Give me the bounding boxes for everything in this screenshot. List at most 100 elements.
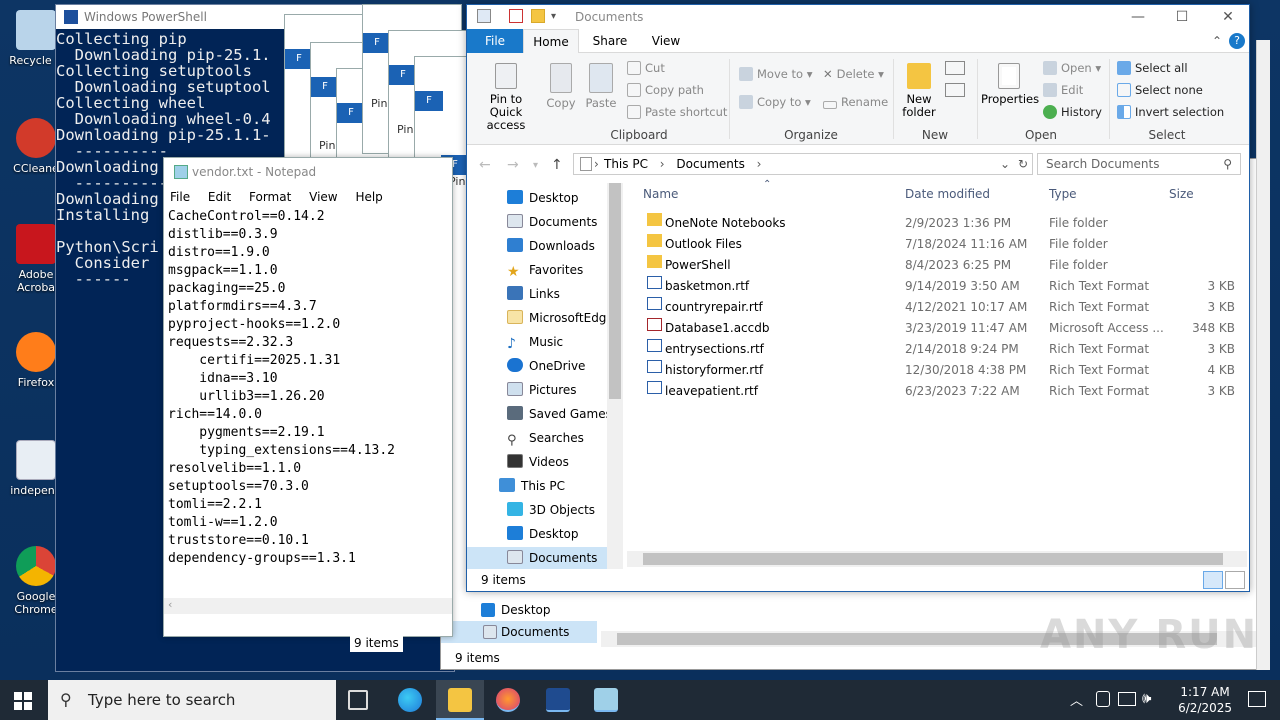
column-type[interactable]: Type — [1049, 187, 1077, 201]
nav-item-documents-selected[interactable]: Documents — [467, 547, 607, 569]
taskbar-explorer-active[interactable] — [436, 680, 484, 720]
nav-item-favorites[interactable]: ★ Favorites — [467, 259, 607, 281]
file-row[interactable]: basketmon.rtf 9/14/2019 3:50 AM Rich Text … — [637, 276, 1247, 297]
menu-help[interactable]: Help — [355, 190, 382, 204]
notifications-icon[interactable] — [1248, 691, 1266, 707]
breadcrumb-documents[interactable]: Documents — [676, 157, 744, 171]
horizontal-scrollbar[interactable]: ‹ — [164, 598, 452, 614]
tab-share[interactable]: Share — [585, 29, 635, 53]
scrollbar-thumb[interactable] — [609, 183, 621, 399]
nav-item-music[interactable]: ♪ Music — [467, 331, 607, 353]
open-button[interactable]: Open ▾ — [1043, 61, 1101, 75]
notepad-window[interactable]: vendor.txt - Notepad File Edit Format Vi… — [163, 157, 453, 652]
column-name[interactable]: Name — [643, 187, 678, 201]
chevron-up-icon[interactable]: ︿ — [1070, 690, 1083, 709]
rename-button[interactable]: Rename — [823, 95, 888, 109]
cut-button[interactable]: Cut — [627, 61, 665, 75]
collapse-ribbon-icon[interactable]: ⌃ — [1209, 29, 1225, 53]
menu-file[interactable]: File — [170, 190, 190, 204]
nav-item-3d-objects[interactable]: 3D Objects — [467, 499, 607, 521]
firefox-icon[interactable] — [496, 688, 520, 712]
back-icon[interactable]: ← — [479, 157, 491, 173]
paste-shortcut-button[interactable]: Paste shortcut — [627, 105, 727, 119]
network-security-icon[interactable] — [1096, 691, 1110, 707]
details-view-icon[interactable] — [1203, 571, 1223, 589]
nav-item-this-pc[interactable]: This PC — [467, 475, 607, 497]
search-input[interactable]: Search Documents ⚲ — [1037, 153, 1241, 175]
file-row[interactable]: PowerShell 8/4/2023 6:25 PM File folder — [637, 255, 1247, 276]
nav-item-searches[interactable]: ⚲ Searches — [467, 427, 607, 449]
start-button[interactable] — [14, 692, 32, 710]
nav-item-downloads[interactable]: Downloads — [467, 235, 607, 257]
horizontal-scrollbar[interactable] — [627, 551, 1247, 567]
nav-item-microsoftedge[interactable]: MicrosoftEdge — [467, 307, 614, 329]
background-window-scrollbar[interactable] — [1256, 40, 1270, 670]
taskbar-clock[interactable]: 1:17 AM 6/2/2025 — [1178, 684, 1232, 716]
file-row[interactable]: Outlook Files 7/18/2024 11:16 AM File fold… — [637, 234, 1247, 255]
properties-quick-icon[interactable] — [509, 9, 523, 23]
file-row[interactable]: historyformer.rtf 12/30/2018 4:38 PM Rich … — [637, 360, 1247, 381]
volume-icon[interactable]: 🕪 — [1142, 689, 1151, 707]
edit-button[interactable]: Edit — [1043, 83, 1083, 97]
recent-locations-icon[interactable]: ▾ — [533, 160, 538, 171]
text-editor[interactable]: CacheControl==0.14.2 distlib==0.3.9 dist… — [164, 208, 452, 568]
nav-item-desktop[interactable]: Desktop — [469, 599, 597, 621]
new-item-icon[interactable] — [945, 61, 965, 75]
file-row[interactable]: leavepatient.rtf 6/23/2023 7:22 AM Rich Te… — [637, 381, 1247, 402]
tab-home[interactable]: Home — [523, 29, 579, 53]
help-icon[interactable]: ? — [1229, 33, 1245, 49]
new-folder-quick-icon[interactable] — [531, 9, 545, 23]
nav-item-videos[interactable]: Videos — [467, 451, 607, 473]
close-button[interactable]: ✕ — [1205, 5, 1251, 29]
file-row[interactable]: countryrepair.rtf 4/12/2021 10:17 AM Rich … — [637, 297, 1247, 318]
notepad-titlebar[interactable]: vendor.txt - Notepad — [164, 158, 452, 186]
edge-icon[interactable] — [398, 688, 422, 712]
powershell-icon[interactable] — [546, 688, 570, 712]
column-size[interactable]: Size — [1169, 187, 1194, 201]
large-icons-view-icon[interactable] — [1225, 571, 1245, 589]
nav-item-documents[interactable]: Documents — [441, 621, 597, 643]
explorer-window-stack[interactable]: F — [414, 56, 474, 166]
nav-item-desktop-pc[interactable]: Desktop — [467, 523, 607, 545]
scrollbar-thumb[interactable] — [643, 553, 1223, 565]
new-folder-button[interactable]: New folder — [899, 63, 939, 119]
history-button[interactable]: History — [1043, 105, 1102, 119]
minimize-button[interactable]: — — [1115, 5, 1161, 29]
scroll-left-icon[interactable]: ‹ — [168, 598, 172, 611]
nav-item-documents[interactable]: Documents — [467, 211, 607, 233]
nav-item-links[interactable]: Links — [467, 283, 607, 305]
invert-selection-button[interactable]: Invert selection — [1117, 105, 1224, 119]
nav-item-pictures[interactable]: Pictures — [467, 379, 607, 401]
nav-item-onedrive[interactable]: OneDrive — [467, 355, 607, 377]
file-row[interactable]: OneNote Notebooks 2/9/2023 1:36 PM File fo… — [637, 213, 1247, 234]
network-icon[interactable] — [1118, 692, 1136, 706]
file-row[interactable]: Database1.accdb 3/23/2019 11:47 AM Microso… — [637, 318, 1247, 339]
task-view-icon[interactable] — [348, 690, 368, 710]
nav-scrollbar[interactable] — [607, 183, 623, 569]
tab-file[interactable]: File — [467, 29, 523, 53]
maximize-button[interactable]: ☐ — [1159, 5, 1205, 29]
select-all-button[interactable]: Select all — [1117, 61, 1188, 75]
taskbar-search-input[interactable]: ⚲ Type here to search — [48, 680, 336, 720]
copy-button[interactable]: Copy — [543, 63, 579, 110]
file-row[interactable]: entrysections.rtf 2/14/2018 9:24 PM Rich T… — [637, 339, 1247, 360]
menu-format[interactable]: Format — [249, 190, 291, 204]
menu-view[interactable]: View — [309, 190, 337, 204]
nav-item-desktop[interactable]: Desktop — [467, 187, 607, 209]
explorer-titlebar[interactable]: ▾ Documents — ☐ ✕ — [467, 5, 1249, 29]
copy-path-button[interactable]: Copy path — [627, 83, 704, 97]
copy-to-button[interactable]: Copy to ▾ — [739, 95, 811, 109]
refresh-icon[interactable]: ↻ — [1018, 154, 1028, 174]
chevron-down-icon[interactable]: ▾ — [551, 5, 556, 29]
breadcrumb-this-pc[interactable]: This PC — [604, 157, 648, 171]
nav-item-saved-games[interactable]: Saved Games — [467, 403, 612, 425]
paste-button[interactable]: Paste — [583, 63, 619, 110]
delete-button[interactable]: ✕ Delete ▾ — [823, 67, 884, 81]
tab-view[interactable]: View — [641, 29, 691, 53]
select-none-button[interactable]: Select none — [1117, 83, 1203, 97]
forward-icon[interactable]: → — [507, 157, 519, 173]
address-bar[interactable]: › This PC › Documents › ⌄ ↻ — [573, 153, 1033, 175]
move-to-button[interactable]: Move to ▾ — [739, 67, 812, 81]
pin-quick-access-button[interactable]: Pin to Quick access — [473, 63, 539, 132]
notepad-icon[interactable] — [594, 688, 618, 712]
